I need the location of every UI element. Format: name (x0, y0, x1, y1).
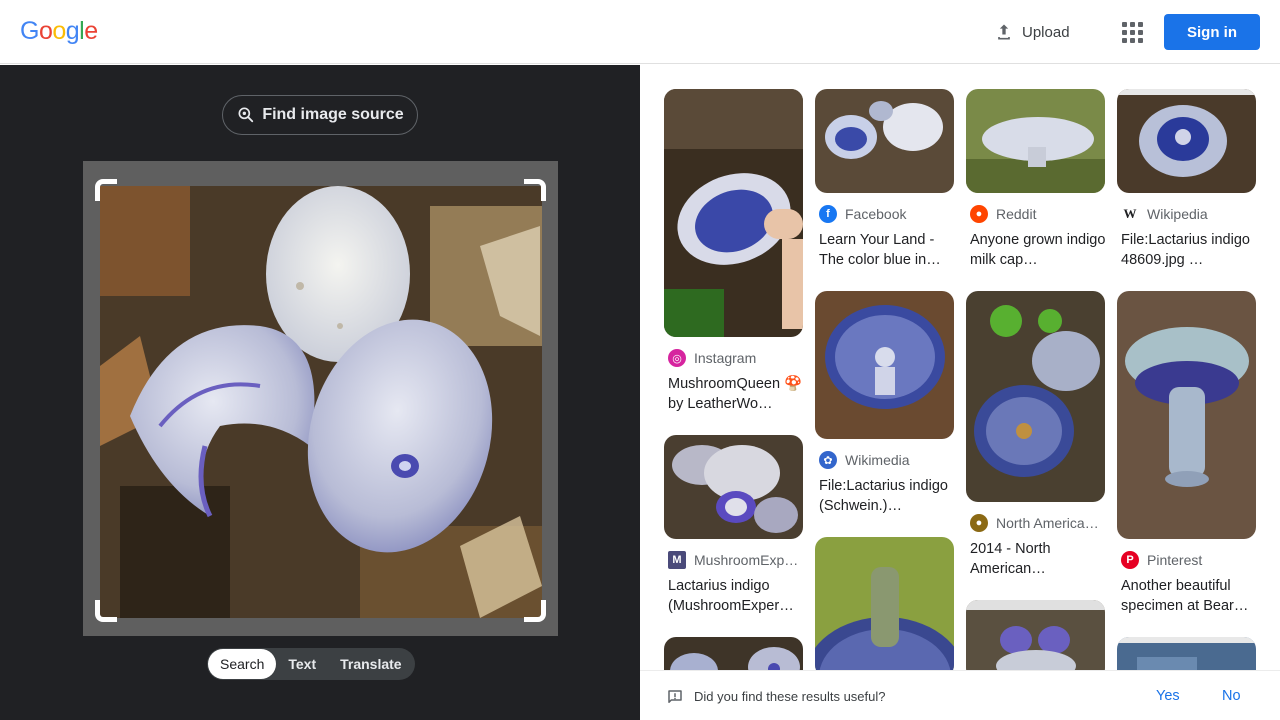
result-title[interactable]: File:Lactarius indigo (Schwein.)… (819, 476, 958, 516)
result-source[interactable]: P Pinterest (1121, 551, 1260, 569)
tab-text[interactable]: Text (276, 649, 328, 679)
find-image-source-button[interactable]: Find image source (222, 95, 418, 135)
result-thumbnail[interactable] (664, 89, 803, 337)
result-thumbnail[interactable] (966, 600, 1105, 670)
result-source-name: Wikipedia (1147, 206, 1208, 222)
apps-grid-icon[interactable] (1116, 16, 1148, 48)
tab-translate[interactable]: Translate (328, 649, 413, 679)
query-image (100, 186, 542, 618)
result-thumbnail[interactable] (815, 89, 954, 193)
result-thumbnail[interactable] (1117, 89, 1256, 193)
result-source-name: Facebook (845, 206, 907, 222)
result-title[interactable]: 2014 - North American… (970, 539, 1109, 579)
query-image-panel: Find image source Search Text Translate (0, 65, 640, 720)
north-american-mycological-icon: ● (970, 514, 988, 532)
logo-letter: o (52, 17, 66, 45)
upload-label: Upload (1022, 23, 1070, 41)
wikipedia-icon: W (1121, 205, 1139, 223)
tab-search[interactable]: Search (208, 649, 277, 679)
logo-letter: G (20, 17, 39, 45)
result-title[interactable]: MushroomQueen 🍄 by LeatherWo… (668, 374, 807, 414)
result-title[interactable]: Lactarius indigo (MushroomExper… (668, 576, 807, 616)
mode-tabs: Search Text Translate (207, 648, 415, 680)
crop-handle-bottom-right[interactable] (524, 600, 546, 622)
find-image-source-label: Find image source (262, 106, 404, 123)
upload-button[interactable]: Upload (984, 14, 1080, 50)
lens-search-icon (238, 107, 254, 123)
result-thumbnail[interactable] (1117, 637, 1256, 670)
feedback-yes-button[interactable]: Yes (1156, 688, 1180, 704)
result-title[interactable]: Anyone grown indigo milk cap… (970, 230, 1109, 270)
result-source-name: North America… (996, 515, 1099, 531)
feedback-no-button[interactable]: No (1222, 688, 1241, 704)
result-thumbnail[interactable] (1117, 291, 1256, 539)
result-thumbnail[interactable] (664, 435, 803, 539)
result-thumbnail[interactable] (664, 637, 803, 670)
instagram-icon: ◎ (668, 349, 686, 367)
logo-letter: o (38, 17, 53, 45)
result-source[interactable]: ● North America… (970, 514, 1109, 532)
result-title[interactable]: Another beautiful specimen at Bear… (1121, 576, 1260, 616)
result-source-name: Reddit (996, 206, 1037, 222)
result-source[interactable]: ● Reddit (970, 205, 1109, 223)
result-source[interactable]: W Wikipedia (1121, 205, 1260, 223)
result-source-name: Wikimedia (845, 452, 910, 468)
result-source-name: Instagram (694, 350, 757, 366)
crop-handle-top-left[interactable] (95, 179, 117, 201)
result-thumbnail[interactable] (966, 89, 1105, 193)
result-source-name: MushroomExp… (694, 552, 799, 568)
crop-handle-top-right[interactable] (524, 179, 546, 201)
result-title[interactable]: File:Lactarius indigo 48609.jpg … (1121, 230, 1260, 270)
logo-letter: e (84, 17, 98, 45)
feedback-bar: Did you find these results useful? Yes N… (640, 670, 1280, 720)
result-thumbnail[interactable] (966, 291, 1105, 502)
google-logo[interactable]: Google (20, 17, 98, 46)
top-header: Google Upload Sign in (0, 0, 1280, 64)
result-source[interactable]: ◎ Instagram (668, 349, 807, 367)
mushroomexpert-icon: M (668, 551, 686, 569)
logo-letter: g (65, 17, 80, 45)
reddit-icon: ● (970, 205, 988, 223)
upload-icon (998, 24, 1010, 40)
result-source-name: Pinterest (1147, 552, 1203, 568)
pinterest-icon: P (1121, 551, 1139, 569)
visual-matches-grid: ◎ Instagram MushroomQueen 🍄 by LeatherWo… (640, 65, 1280, 670)
feedback-icon (668, 690, 682, 703)
result-source[interactable]: M MushroomExp… (668, 551, 807, 569)
crop-handle-bottom-left[interactable] (95, 600, 117, 622)
sign-in-button[interactable]: Sign in (1164, 14, 1260, 50)
result-source[interactable]: f Facebook (819, 205, 958, 223)
crop-area[interactable] (83, 161, 558, 636)
wikimedia-icon: ✿ (819, 451, 837, 469)
result-title[interactable]: Learn Your Land - The color blue in… (819, 230, 958, 270)
result-source[interactable]: ✿ Wikimedia (819, 451, 958, 469)
result-thumbnail[interactable] (815, 537, 954, 670)
facebook-icon: f (819, 205, 837, 223)
feedback-question: Did you find these results useful? (694, 689, 886, 704)
result-thumbnail[interactable] (815, 291, 954, 439)
